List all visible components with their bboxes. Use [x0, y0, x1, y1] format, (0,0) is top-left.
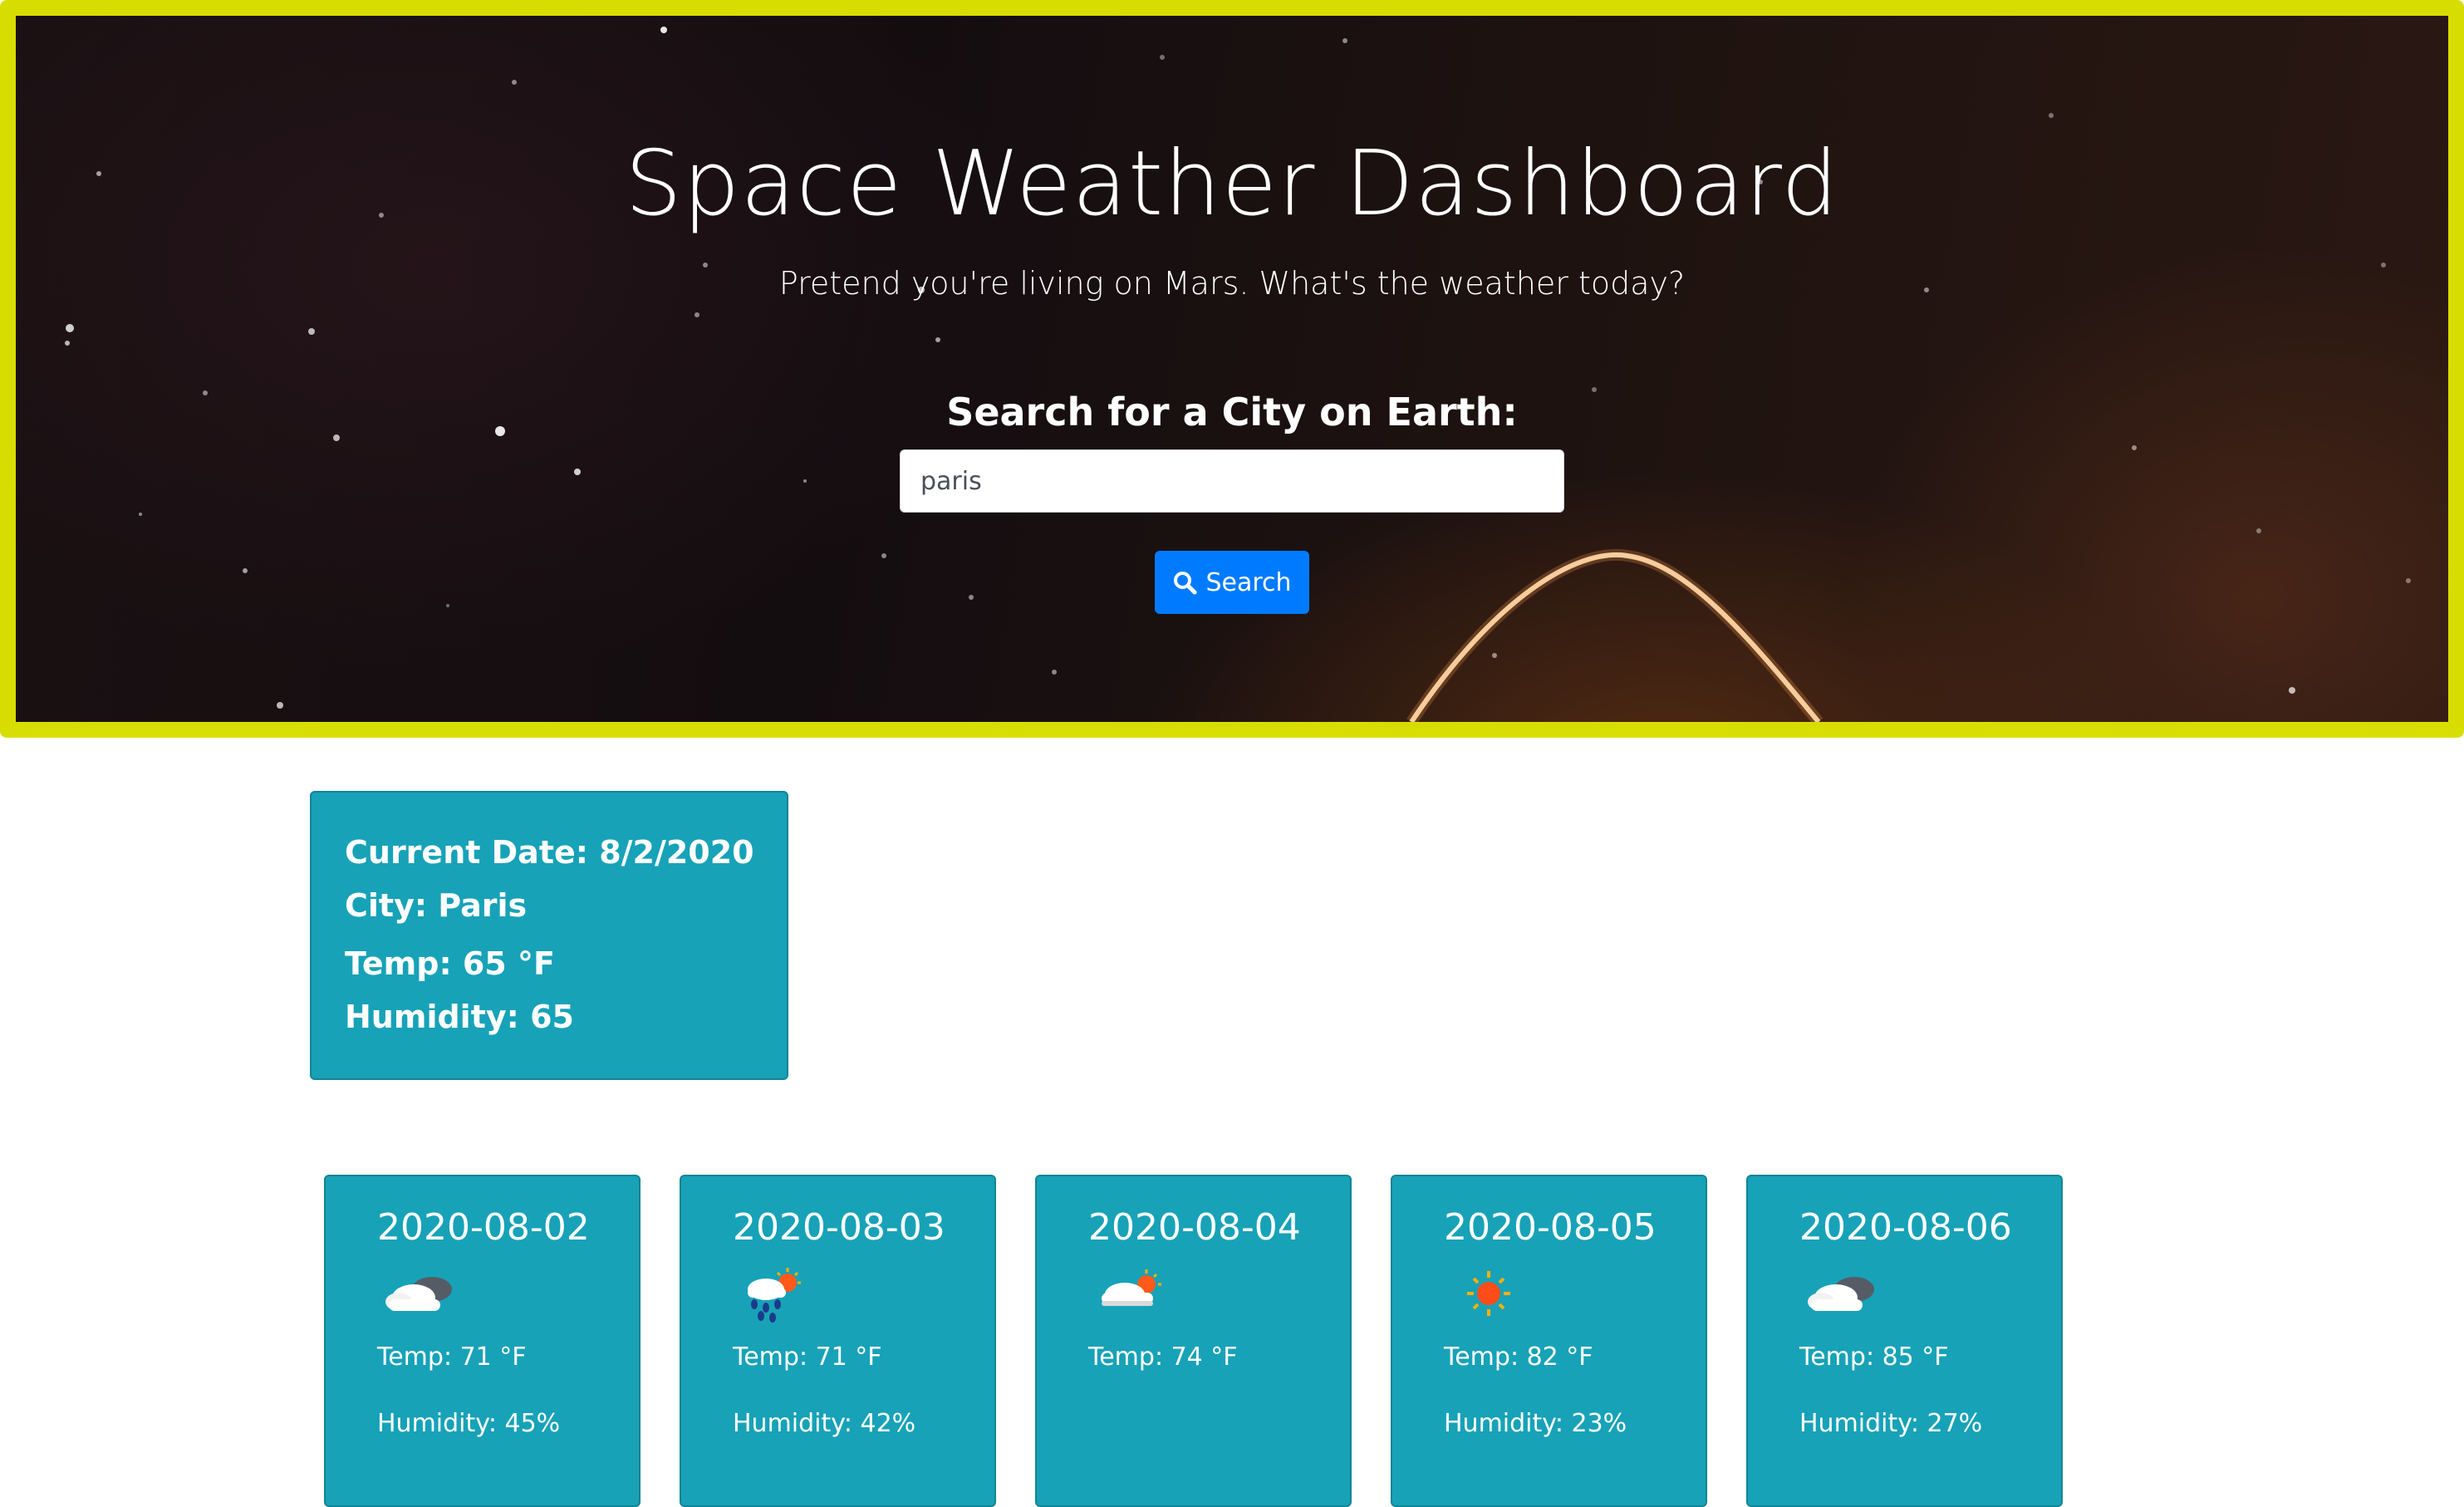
partly-cloudy-icon: [1102, 1269, 1161, 1306]
current-date: Current Date: 8/2/2020: [345, 834, 754, 871]
launch-trail-arc: [1406, 549, 1823, 722]
forecast-humidity: Humidity: 27%: [1799, 1409, 1983, 1438]
cloud-icon: [1808, 1277, 1874, 1311]
forecast-date: 2020-08-04: [1088, 1206, 1301, 1249]
current-temp: Temp: 65 °F: [345, 945, 555, 982]
forecast-row: 2020-08-02 Temp: 71 °F Humidity: 45% 202…: [324, 1175, 2069, 1507]
forecast-humidity: Humidity: 42%: [733, 1409, 916, 1438]
search-button-label: Search: [1205, 567, 1292, 597]
forecast-date: 2020-08-03: [733, 1206, 945, 1249]
forecast-temp: Temp: 82 °F: [1444, 1343, 1593, 1372]
forecast-date: 2020-08-02: [377, 1206, 590, 1249]
forecast-card: 2020-08-04 Temp: 74 °F: [1035, 1175, 1352, 1507]
search-button[interactable]: Search: [1155, 551, 1309, 614]
forecast-card: 2020-08-02 Temp: 71 °F Humidity: 45%: [324, 1175, 641, 1507]
forecast-humidity: Humidity: 23%: [1444, 1409, 1627, 1438]
forecast-humidity: Humidity: 45%: [377, 1409, 561, 1438]
current-weather-card: Current Date: 8/2/2020 City: Paris Temp:…: [310, 791, 788, 1080]
forecast-card: 2020-08-05 Temp: 82 °F Humidity: 23%: [1391, 1175, 1707, 1507]
rain-sun-icon: [748, 1268, 801, 1323]
forecast-date: 2020-08-05: [1444, 1206, 1657, 1249]
forecast-temp: Temp: 71 °F: [377, 1343, 527, 1372]
forecast-date: 2020-08-06: [1799, 1206, 2012, 1249]
search-icon: [1174, 572, 1197, 595]
city-search-input[interactable]: [900, 449, 1564, 513]
hero-banner: Space Weather Dashboard Pretend you're l…: [0, 0, 2464, 738]
forecast-temp: Temp: 85 °F: [1799, 1343, 1949, 1372]
forecast-card: 2020-08-06 Temp: 85 °F Humidity: 27%: [1746, 1175, 2063, 1507]
forecast-temp: Temp: 74 °F: [1088, 1343, 1238, 1372]
page-title: Space Weather Dashboard: [625, 132, 1839, 236]
current-city: City: Paris: [345, 887, 528, 924]
page-subtitle: Pretend you're living on Mars. What's th…: [778, 265, 1686, 302]
sun-icon: [1467, 1271, 1510, 1316]
cloud-icon: [385, 1277, 452, 1311]
current-humidity: Humidity: 65: [345, 999, 574, 1035]
forecast-temp: Temp: 71 °F: [733, 1343, 882, 1372]
forecast-card: 2020-08-03 Temp: 71 °F Humidity: 42%: [680, 1175, 996, 1507]
search-label: Search for a City on Earth:: [946, 390, 1518, 434]
